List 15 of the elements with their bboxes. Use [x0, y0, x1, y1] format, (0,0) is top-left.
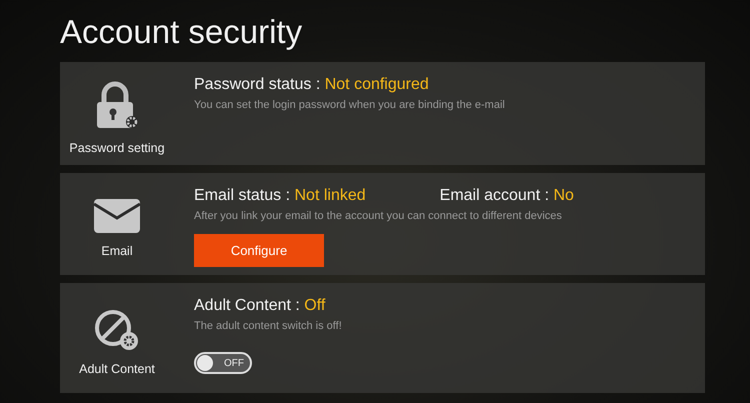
page-title: Account security — [60, 12, 304, 52]
toggle-switch[interactable]: OFF — [194, 352, 252, 374]
section-label: Email — [101, 244, 133, 258]
envelope-icon — [93, 198, 141, 234]
section-label: Password setting — [69, 140, 165, 154]
section-label: Adult Content — [79, 362, 155, 376]
description-text: You can set the login password when you are binding the e-mail — [194, 99, 505, 111]
account-text: Email account : No — [440, 186, 574, 206]
blocked-gear-icon — [93, 308, 141, 352]
description-text: The adult content switch is off! — [194, 320, 342, 332]
status-text: Email status : Not linked — [194, 186, 366, 206]
configure-button[interactable]: Configure — [194, 234, 324, 267]
status-text: Password status : Not configured — [194, 75, 429, 95]
status-text: Adult Content : Off — [194, 296, 326, 316]
description-text: After you link your email to the account you can connect to different devices — [194, 210, 562, 222]
